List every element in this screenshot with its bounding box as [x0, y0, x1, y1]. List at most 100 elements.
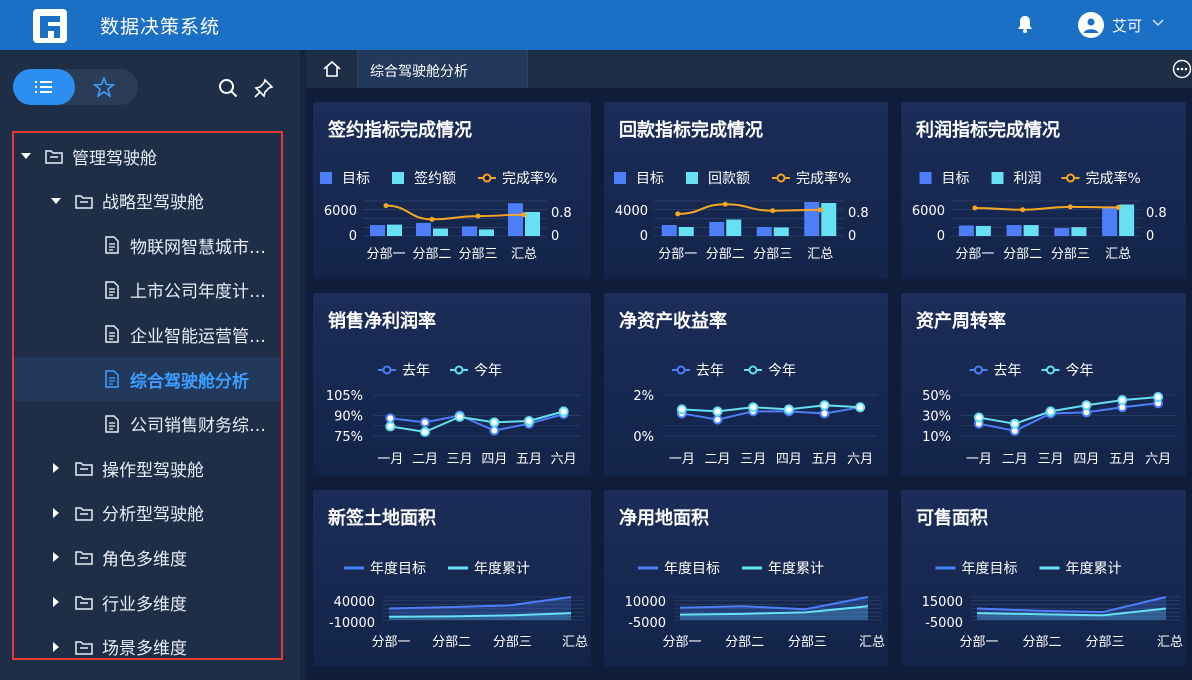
- y-tick-label: 10000: [625, 595, 666, 610]
- chart-card[interactable]: 销售净利润率 去年 今年 105% 90% 75% 一月 二月 三月 四月 五月 六月: [313, 293, 591, 476]
- tree-label: 上市公司年度计…: [130, 282, 266, 303]
- bar: [1119, 204, 1135, 236]
- star-icon[interactable]: [93, 77, 115, 97]
- line-series: [974, 205, 1119, 211]
- document-icon: [105, 414, 119, 433]
- legend-item: 目标: [614, 171, 664, 187]
- caret-right-icon[interactable]: [50, 551, 62, 563]
- line-point: [489, 417, 500, 428]
- y-tick-label: 2%: [633, 389, 654, 404]
- legend-swatch: [919, 172, 932, 184]
- legend-item: 完成率%: [772, 170, 851, 187]
- y-tick-label: -5000: [628, 616, 666, 631]
- chart-card[interactable]: 净用地面积 年度目标 年度累计 10000 -5000 分部一 分部二 分部三 汇总: [604, 490, 888, 666]
- x-tick-label: 分部一: [366, 247, 405, 262]
- chart-card[interactable]: 签约指标完成情况 目标 签约额 完成率% 6000 0 0.8 0 分部一 分部二 分部三 汇总: [313, 102, 591, 279]
- tree-file[interactable]: 物联网智慧城市…: [14, 223, 281, 267]
- chart-svg: 去年 今年 105% 90% 75% 一月 二月 三月 四月 五月 六月: [326, 363, 581, 467]
- folder-icon: [75, 507, 93, 521]
- legend-label: 今年: [768, 363, 796, 379]
- x-tick-label: 分部三: [1085, 635, 1124, 650]
- chart-card[interactable]: 新签土地面积 年度目标 年度累计 40000 -10000 分部一 分部二 分部三 汇总: [313, 490, 591, 666]
- x-tick-label: 分部一: [662, 635, 701, 650]
- legend-label: 目标: [636, 171, 664, 187]
- line-point: [524, 415, 534, 426]
- more-icon[interactable]: [1172, 59, 1192, 79]
- home-tab[interactable]: [306, 50, 358, 88]
- tab-dashboard[interactable]: 综合驾驶舱分析: [358, 50, 528, 88]
- bar: [804, 202, 820, 236]
- chart-card[interactable]: 利润指标完成情况 目标 利润 完成率% 6000 0 0.8 0 分部一 分部二 分部三 汇总: [901, 102, 1186, 279]
- legend-marker: [974, 365, 983, 375]
- x-tick-label: 四月: [1073, 452, 1099, 467]
- line-point: [1067, 204, 1073, 210]
- x-tick-label: 分部一: [658, 247, 697, 262]
- caret-down-icon[interactable]: [20, 150, 32, 162]
- x-tick-label: 汇总: [511, 247, 537, 262]
- line-point: [748, 402, 759, 413]
- caret-down-icon[interactable]: [50, 195, 62, 207]
- username[interactable]: 艾可: [1112, 15, 1142, 36]
- search-icon[interactable]: [218, 78, 238, 98]
- chart-card[interactable]: 可售面积 年度目标 年度累计 15000 -5000 分部一 分部二 分部三 汇总: [901, 490, 1186, 666]
- caret-right-icon[interactable]: [50, 462, 62, 474]
- legend-marker: [776, 173, 786, 183]
- bar: [416, 222, 431, 236]
- caret-right-icon[interactable]: [50, 641, 62, 653]
- chevron-down-icon[interactable]: [1152, 18, 1164, 28]
- bar: [1102, 207, 1118, 236]
- tree-file[interactable]: 综合驾驶舱分析: [14, 357, 281, 401]
- caret-right-icon[interactable]: [50, 507, 62, 519]
- folder-icon: [75, 596, 93, 610]
- line-point: [1117, 395, 1128, 406]
- line-point: [1115, 204, 1121, 210]
- line-point: [1020, 207, 1026, 213]
- chart-card[interactable]: 资产周转率 去年 今年 50% 30% 10% 一月 二月 三月 四月 五月 六月: [901, 293, 1186, 476]
- y-tick-label: 90%: [334, 410, 363, 425]
- line-point: [385, 413, 396, 424]
- legend-label: 完成率%: [1086, 170, 1141, 187]
- x-tick-label: 二月: [1002, 452, 1028, 467]
- tree-file[interactable]: 上市公司年度计…: [14, 268, 281, 312]
- bell-icon[interactable]: [1017, 15, 1033, 33]
- caret-right-icon[interactable]: [50, 596, 62, 608]
- tab-directory[interactable]: [13, 69, 75, 105]
- y-tick-label: 6000: [324, 204, 357, 219]
- legend-swatch: [320, 172, 332, 184]
- chart-card[interactable]: 净资产收益率 去年 今年 2% 0% 一月 二月 三月 四月 五月 六月: [604, 293, 888, 476]
- tree-folder[interactable]: 行业多维度: [14, 580, 281, 624]
- line-point: [489, 425, 500, 436]
- tree-folder[interactable]: 操作型驾驶舱: [14, 446, 281, 490]
- x-tick-label: 分部二: [1003, 247, 1042, 262]
- x-tick-label: 二月: [704, 452, 730, 467]
- x-tick-label: 汇总: [1105, 247, 1131, 262]
- bar: [370, 225, 385, 236]
- tree-folder[interactable]: 角色多维度: [14, 535, 281, 579]
- legend-label: 年度目标: [664, 561, 720, 577]
- pin-icon[interactable]: [254, 78, 274, 98]
- tree-folder[interactable]: 战略型驾驶舱: [14, 179, 281, 223]
- legend-item: 去年: [378, 363, 430, 379]
- line-point: [1153, 392, 1164, 403]
- avatar[interactable]: [1078, 12, 1104, 38]
- legend-label: 今年: [474, 363, 502, 379]
- x-tick-label: 分部三: [753, 247, 792, 262]
- line-series: [677, 203, 821, 215]
- tree-folder[interactable]: 分析型驾驶舱: [14, 491, 281, 535]
- tree-folder[interactable]: 场景多维度: [14, 625, 281, 669]
- line-point: [429, 216, 435, 222]
- legend-item: 去年: [969, 363, 1022, 379]
- legend-marker: [454, 365, 464, 375]
- y-tick-label: 0: [640, 229, 648, 244]
- legend-swatch: [392, 172, 404, 184]
- tree-file[interactable]: 企业智能运营管…: [14, 312, 281, 356]
- bar: [678, 227, 694, 236]
- tree-folder[interactable]: 管理驾驶舱: [14, 134, 281, 178]
- chart-card[interactable]: 回款指标完成情况 目标 回款额 完成率% 4000 0 0.8 0 分部一 分部二 分部三 汇总: [604, 102, 888, 279]
- line-point: [819, 408, 830, 419]
- line-point: [973, 412, 984, 423]
- legend-label: 完成率%: [796, 170, 851, 187]
- document-icon: [105, 236, 119, 254]
- x-tick-label: 分部三: [1051, 247, 1090, 262]
- tree-file[interactable]: 公司销售财务综…: [14, 402, 281, 446]
